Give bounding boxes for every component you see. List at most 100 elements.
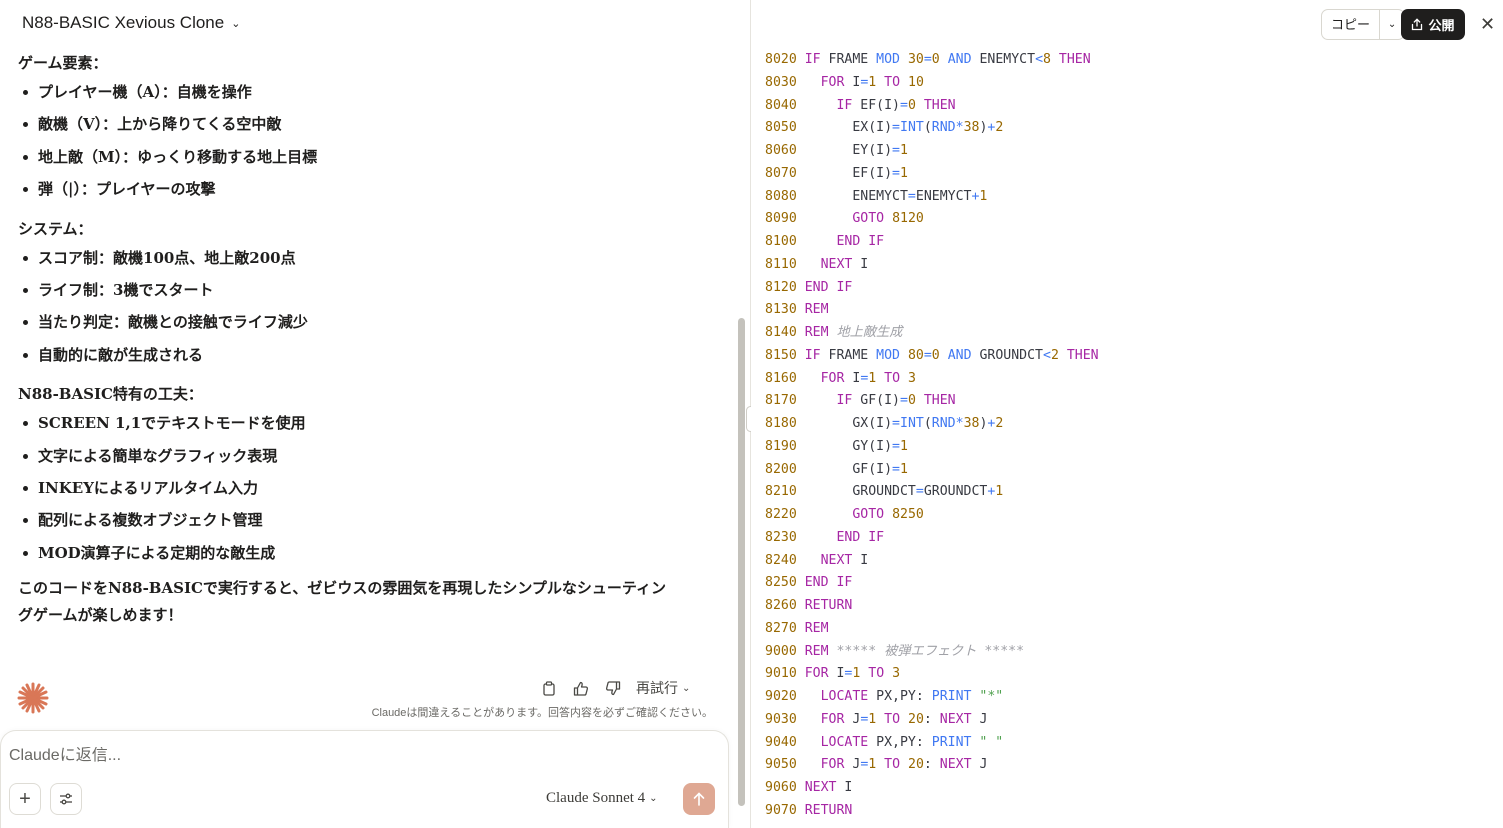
code-token: IF [836, 393, 853, 409]
code-token: FRAME [820, 347, 877, 363]
copy-button[interactable]: コピー [1322, 10, 1381, 39]
code-line: 9020 LOCATE PX,PY: PRINT "*" [765, 686, 1099, 709]
code-token: GF(I) [804, 461, 893, 477]
thumbs-up-icon[interactable] [572, 679, 590, 697]
code-token: END IF [804, 575, 853, 591]
list-item: プレイヤー機（A）：自機を操作 [18, 76, 718, 108]
code-token: PX,PY: [868, 689, 932, 704]
code-token: * [955, 416, 964, 431]
section-heading: ゲーム要素： [18, 54, 108, 72]
code-token: 1 [995, 484, 1004, 500]
line-number: 8020 [765, 52, 805, 67]
line-number: 8100 [765, 234, 805, 249]
code-token: ( [923, 120, 932, 136]
code-line: 8070 EF(I)=1 [765, 163, 1099, 186]
list-item: 弾（|）：プレイヤーの攻撃 [18, 173, 718, 205]
code-token: FRAME [820, 52, 877, 67]
bullet-list: スコア制：敵機100点、地上敵200点 ライフ制：3機でスタート 当たり判定：敵… [18, 242, 718, 372]
line-number: 9020 [765, 689, 805, 704]
code-token: GY(I) [804, 438, 893, 454]
conclusion-line: グゲームが楽しめます！ [18, 606, 183, 625]
line-number: 9050 [765, 757, 805, 773]
code-token: 80 [907, 347, 924, 363]
code-token: = [892, 416, 900, 431]
code-line: 8150 IF FRAME MOD 80=0 AND GROUNDCT<2 TH… [765, 345, 1099, 368]
code-viewer: 8020 IF FRAME MOD 30=0 AND ENEMYCT<8 THE… [765, 49, 1099, 823]
reply-input[interactable] [9, 747, 509, 765]
code-token: 0 [907, 393, 916, 409]
thumbs-down-icon[interactable] [604, 679, 622, 697]
code-line: 8250 END IF [765, 572, 1099, 595]
code-token: 1 [900, 438, 908, 454]
code-token: ( [923, 416, 932, 431]
code-token: I [836, 780, 853, 795]
code-token: MOD [876, 52, 900, 67]
code-line: 8240 NEXT I [765, 550, 1099, 573]
code-token: ENEMYCT [971, 52, 1036, 67]
code-token: 3 [892, 666, 901, 682]
chevron-down-icon: ⌄ [682, 682, 691, 694]
copy-icon[interactable] [540, 679, 558, 697]
code-token: INT [900, 416, 924, 431]
code-line: 8160 FOR I=1 TO 3 [765, 368, 1099, 391]
publish-button[interactable]: 公開 [1401, 9, 1465, 40]
sliders-icon [60, 793, 72, 805]
code-token: = [900, 393, 908, 409]
chevron-down-icon: ⌄ [231, 17, 241, 30]
code-token: REM [804, 620, 829, 636]
code-token: 2 [1050, 347, 1059, 363]
code-token: END IF [836, 529, 885, 545]
line-number: 8130 [765, 302, 805, 318]
code-line: 8100 END IF [765, 231, 1099, 254]
section-game-elements: ゲーム要素： プレイヤー機（A）：自機を操作 敵機（V）：上から降りてくる空中敵… [18, 50, 718, 206]
code-token: RND [931, 416, 956, 431]
reply-composer: + Claude Sonnet 4 ⌄ [0, 730, 729, 828]
code-token: AND [947, 52, 972, 67]
code-token: THEN [1066, 347, 1099, 363]
code-token: FOR [820, 370, 845, 386]
list-item: SCREEN 1,1でテキストモードを使用 [18, 407, 718, 439]
close-icon[interactable]: ✕ [1480, 14, 1495, 35]
line-number: 8030 [765, 74, 805, 90]
code-token: J [971, 757, 988, 773]
send-button[interactable] [683, 783, 715, 815]
retry-button[interactable]: 再試行 ⌄ [636, 678, 690, 698]
model-selector[interactable]: Claude Sonnet 4 ⌄ [546, 790, 658, 807]
code-token: : [923, 757, 940, 773]
code-token: REM [804, 302, 829, 318]
code-token: = [923, 52, 932, 67]
code-line: 8090 GOTO 8120 [765, 208, 1099, 231]
code-token: 1 [979, 188, 988, 204]
code-token: EY(I) [804, 143, 893, 158]
code-token: = [892, 120, 900, 136]
tools-button[interactable] [50, 783, 82, 815]
conclusion-paragraph: このコードをN88-BASICで実行すると、ゼビウスの雰囲気を再現したシンプルな… [18, 575, 688, 629]
code-line: 8230 END IF [765, 527, 1099, 550]
code-token: = [892, 165, 900, 181]
code-token: NEXT [820, 256, 853, 272]
list-item: MOD演算子による定期的な敵生成 [18, 537, 718, 569]
conversation-title[interactable]: N88-BASIC Xevious Clone ⌄ [22, 13, 240, 33]
line-number: 8260 [765, 598, 805, 613]
code-line: 8040 IF EF(I)=0 THEN [765, 95, 1099, 118]
code-line: 8260 RETURN [765, 595, 1099, 618]
list-item: 敵機（V）：上から降りてくる空中敵 [18, 108, 718, 140]
scrollbar-thumb[interactable] [738, 318, 745, 806]
code-token: LOCATE [820, 689, 869, 704]
code-line: 9000 REM ***** 被弾エフェクト ***** [765, 641, 1099, 664]
message-actions: 再試行 ⌄ [540, 678, 690, 698]
add-button[interactable]: + [9, 783, 41, 815]
line-number: 8160 [765, 370, 805, 386]
code-token: 3 [908, 370, 916, 386]
list-item: 当たり判定：敵機との接触でライフ減少 [18, 306, 718, 338]
